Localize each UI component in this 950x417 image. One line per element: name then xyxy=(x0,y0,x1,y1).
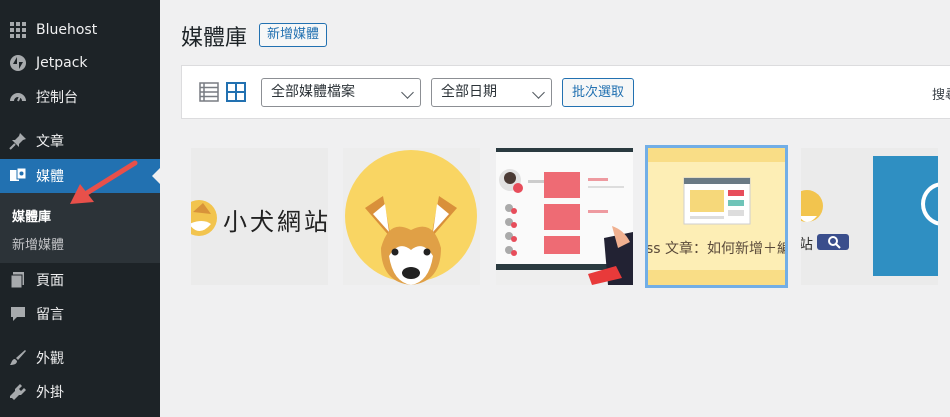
active-indicator xyxy=(152,168,160,184)
pin-icon xyxy=(8,131,28,151)
chevron-down-icon xyxy=(401,86,414,99)
brush-icon xyxy=(8,348,28,368)
sidebar-item-jetpack[interactable]: Jetpack xyxy=(0,46,160,80)
chevron-down-icon xyxy=(532,86,545,99)
sidebar-item-label: 頁面 xyxy=(36,273,64,289)
media-toolbar: 全部媒體檔案 全部日期 批次選取 搜尋 xyxy=(181,65,950,119)
thumbnail-image xyxy=(648,148,785,285)
sidebar-item-label: 外觀 xyxy=(36,351,64,367)
thumbnail-caption: ss 文章：如何新增＋編 xyxy=(648,241,785,257)
page-icon xyxy=(8,270,28,290)
sidebar-item-label: 外掛 xyxy=(36,385,64,401)
media-type-filter-value: 全部媒體檔案 xyxy=(271,84,355,100)
grid-view-icon[interactable] xyxy=(226,82,246,102)
thumbnail-caption: 小犬網站 xyxy=(223,208,328,236)
media-thumbnail[interactable] xyxy=(496,148,633,285)
plugin-icon xyxy=(8,382,28,402)
submenu-item-add-new[interactable]: 新增媒體 xyxy=(12,234,64,253)
media-thumbnail[interactable] xyxy=(343,148,480,285)
page-title: 媒體庫 xyxy=(181,26,248,51)
bulk-select-button[interactable]: 批次選取 xyxy=(562,78,635,107)
media-type-filter[interactable]: 全部媒體檔案 xyxy=(261,78,421,107)
media-icon xyxy=(8,166,28,186)
date-filter-value: 全部日期 xyxy=(441,84,497,100)
media-thumbnail-selected[interactable]: ss 文章：如何新增＋編 xyxy=(645,145,788,288)
dashboard-icon xyxy=(8,87,28,107)
list-view-icon[interactable] xyxy=(199,82,219,102)
sidebar-item-dashboard[interactable]: 控制台 xyxy=(0,80,160,114)
grid-icon xyxy=(8,20,28,40)
thumbnail-caption: 站 xyxy=(801,237,813,253)
date-filter[interactable]: 全部日期 xyxy=(431,78,552,107)
sidebar-item-appearance[interactable]: 外觀 xyxy=(0,341,160,375)
thumbnail-image xyxy=(343,148,480,285)
sidebar-item-bluehost[interactable]: Bluehost xyxy=(0,13,160,47)
sidebar-item-comments[interactable]: 留言 xyxy=(0,297,160,331)
sidebar-item-label: 控制台 xyxy=(36,90,78,106)
sidebar-item-label: Jetpack xyxy=(36,55,88,71)
jetpack-icon xyxy=(8,53,28,73)
search-label: 搜尋 xyxy=(932,88,950,103)
sidebar-item-label: 留言 xyxy=(36,307,64,323)
thumbnail-image xyxy=(496,148,633,285)
sidebar-item-plugins[interactable]: 外掛 xyxy=(0,375,160,409)
sidebar-item-label: Bluehost xyxy=(36,22,98,38)
media-thumbnail[interactable]: 小犬網站 xyxy=(191,148,328,285)
thumbnail-image xyxy=(801,148,938,285)
sidebar-item-label: 文章 xyxy=(36,134,64,150)
comment-icon xyxy=(8,304,28,324)
add-new-media-button[interactable]: 新增媒體 xyxy=(259,23,328,47)
annotation-arrow xyxy=(70,160,138,204)
sidebar-item-posts[interactable]: 文章 xyxy=(0,124,160,158)
submenu-item-library[interactable]: 媒體庫 xyxy=(12,206,51,225)
sidebar-item-pages[interactable]: 頁面 xyxy=(0,263,160,297)
media-thumbnail[interactable]: 站 xyxy=(801,148,938,285)
